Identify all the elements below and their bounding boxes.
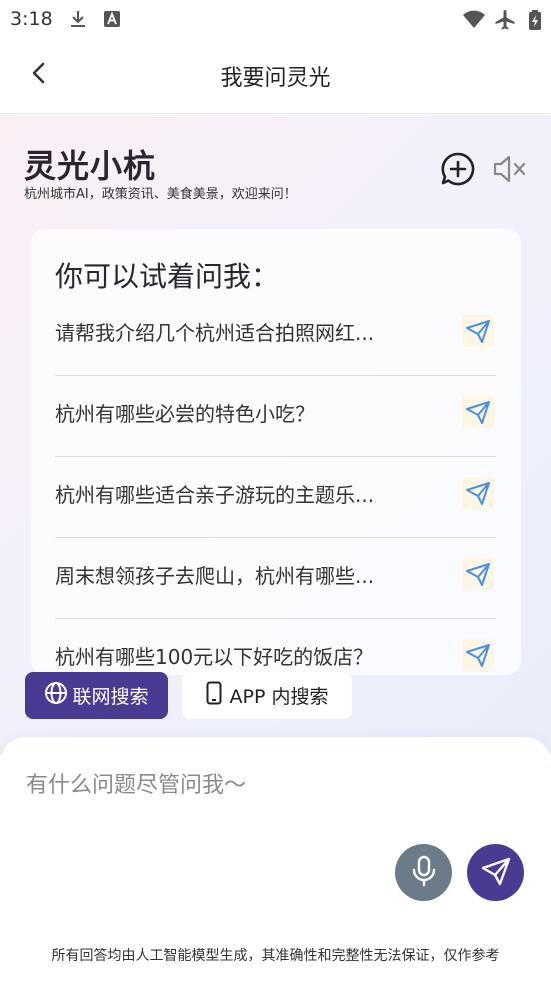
- suggestion-item[interactable]: 请帮我介绍几个杭州适合拍照网红...: [55, 295, 496, 376]
- microphone-icon: [411, 855, 437, 891]
- suggestion-item[interactable]: 周末想领孩子去爬山，杭州有哪些...: [55, 538, 496, 619]
- web-search-button[interactable]: 联网搜索: [25, 672, 168, 719]
- battery-charging-icon: [528, 9, 542, 35]
- suggestion-text: 请帮我介绍几个杭州适合拍照网红...: [55, 321, 375, 345]
- question-input[interactable]: [26, 765, 516, 805]
- text-a-icon: [102, 9, 122, 33]
- suggestion-item[interactable]: 杭州有哪些100元以下好吃的饭店？: [55, 619, 496, 675]
- paper-plane-icon: [481, 856, 511, 890]
- suggestions-title: 你可以试着问我：: [55, 260, 280, 293]
- app-header: 我要问灵光: [0, 38, 551, 114]
- status-time: 3:18: [10, 8, 53, 30]
- new-chat-button[interactable]: [440, 151, 476, 187]
- phone-icon: [206, 681, 222, 710]
- brand-subtitle: 杭州城市AI，政策资讯、美食美景，欢迎来问！: [24, 187, 297, 202]
- suggestion-item[interactable]: 杭州有哪些适合亲子游玩的主题乐...: [55, 457, 496, 538]
- page-title: 我要问灵光: [220, 66, 331, 91]
- suggestion-item[interactable]: 杭州有哪些必尝的特色小吃？: [55, 376, 496, 457]
- globe-icon: [44, 681, 68, 710]
- paper-plane-icon[interactable]: [462, 477, 494, 509]
- app-search-label: APP 内搜索: [229, 686, 329, 708]
- voice-input-button[interactable]: [395, 844, 452, 901]
- suggestions-card: 你可以试着问我： 请帮我介绍几个杭州适合拍照网红... 杭州有哪些必尝的特色小吃…: [31, 229, 521, 675]
- suggestion-text: 周末想领孩子去爬山，杭州有哪些...: [55, 564, 375, 588]
- airplane-icon: [494, 9, 516, 35]
- download-icon: [68, 9, 88, 33]
- paper-plane-icon[interactable]: [462, 315, 494, 347]
- web-search-label: 联网搜索: [72, 686, 149, 708]
- wifi-icon: [462, 9, 486, 33]
- paper-plane-icon[interactable]: [462, 639, 494, 671]
- paper-plane-icon[interactable]: [462, 558, 494, 590]
- ai-disclaimer: 所有回答均由人工智能模型生成，其准确性和完整性无法保证，仅作参考: [51, 948, 500, 964]
- mute-button[interactable]: [492, 153, 528, 185]
- app-search-button[interactable]: APP 内搜索: [182, 672, 352, 719]
- input-panel: 所有回答均由人工智能模型生成，其准确性和完整性无法保证，仅作参考: [0, 737, 551, 981]
- send-button[interactable]: [467, 844, 524, 901]
- suggestion-text: 杭州有哪些必尝的特色小吃？: [55, 402, 315, 426]
- brand-title: 灵光小杭: [24, 147, 157, 185]
- paper-plane-icon[interactable]: [462, 396, 494, 428]
- suggestion-text: 杭州有哪些适合亲子游玩的主题乐...: [55, 483, 375, 507]
- search-mode-row: 联网搜索 APP 内搜索: [0, 670, 551, 726]
- status-bar: 3:18: [0, 0, 551, 38]
- main-area: 灵光小杭 杭州城市AI，政策资讯、美食美景，欢迎来问！ 你可以试着问我： 请帮我…: [0, 115, 551, 755]
- chat-plus-icon: [440, 152, 476, 191]
- suggestion-text: 杭州有哪些100元以下好吃的饭店？: [55, 645, 374, 669]
- speaker-mute-icon: [492, 155, 528, 189]
